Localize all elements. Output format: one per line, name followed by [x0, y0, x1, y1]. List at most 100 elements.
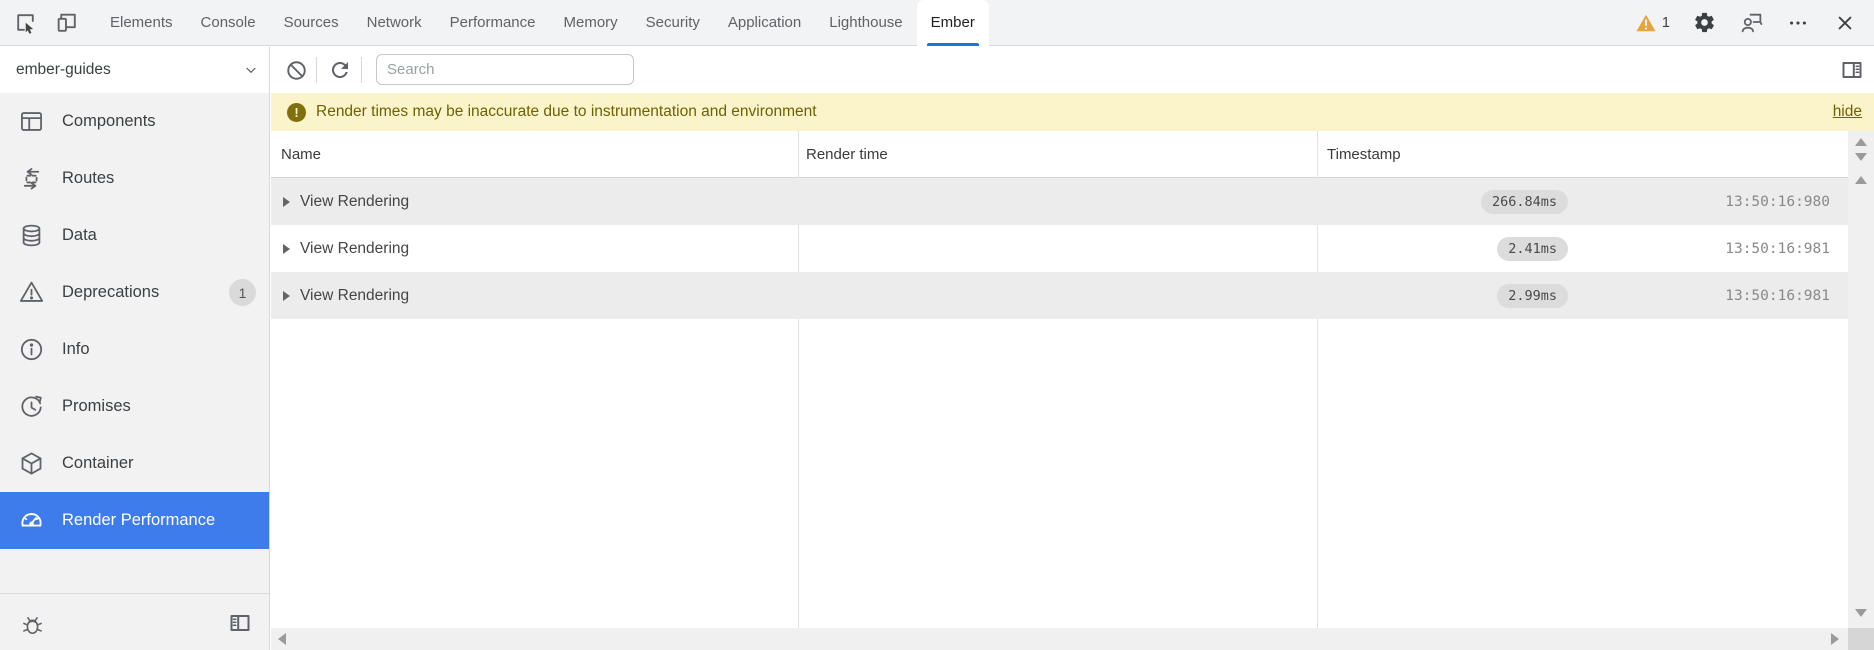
- components-icon: [18, 108, 45, 135]
- warning-count: 1: [1662, 15, 1670, 31]
- scroll-left-icon[interactable]: [278, 633, 286, 645]
- tabbar-right-controls: 1: [1636, 10, 1874, 36]
- sidebar-item-label: Data: [62, 226, 97, 245]
- tab-label: Security: [646, 14, 700, 31]
- toolbar-divider: [316, 57, 317, 83]
- tab-elements[interactable]: Elements: [96, 0, 187, 46]
- scroll-down-icon[interactable]: [1855, 153, 1867, 161]
- alert-circle-icon: !: [287, 103, 306, 122]
- row-name: View Rendering: [300, 240, 409, 258]
- tab-label: Lighthouse: [829, 14, 902, 31]
- tab-application[interactable]: Application: [714, 0, 815, 46]
- device-toolbar-icon[interactable]: [54, 10, 80, 36]
- sidebar-item-label: Routes: [62, 169, 114, 188]
- vertical-scrollbar[interactable]: [1848, 131, 1874, 628]
- info-icon: [18, 336, 45, 363]
- tab-performance[interactable]: Performance: [436, 0, 550, 46]
- banner-message: Render times may be inaccurate due to in…: [316, 103, 817, 121]
- toggle-left-panel-icon[interactable]: [227, 610, 253, 636]
- close-icon[interactable]: [1832, 10, 1858, 36]
- tab-list: Elements Console Sources Network Perform…: [96, 0, 989, 46]
- table-row[interactable]: View Rendering 2.99ms 13:50:16:981: [271, 272, 1848, 319]
- sidebar-item-label: Deprecations: [62, 283, 159, 302]
- expand-caret-icon[interactable]: [283, 197, 290, 207]
- promises-icon: [18, 393, 45, 420]
- ember-sidebar: Components Routes: [0, 93, 270, 650]
- sidebar-item-label: Promises: [62, 397, 131, 416]
- sidebar-item-container[interactable]: Container: [0, 435, 269, 492]
- tab-label: Memory: [564, 14, 618, 31]
- render-performance-icon: [18, 507, 45, 534]
- tab-label: Performance: [450, 14, 536, 31]
- sidebar-item-render-performance[interactable]: Render Performance: [0, 492, 269, 549]
- horizontal-scrollbar[interactable]: [271, 628, 1848, 650]
- tab-label: Sources: [284, 14, 339, 31]
- sidebar-item-deprecations[interactable]: Deprecations 1: [0, 264, 269, 321]
- row-timestamp: 13:50:16:981: [1317, 288, 1848, 304]
- warnings-indicator[interactable]: 1: [1636, 14, 1670, 32]
- chevron-down-icon: [243, 62, 259, 83]
- scroll-down-icon[interactable]: [1855, 609, 1867, 617]
- routes-icon: [18, 165, 45, 192]
- row-name: View Rendering: [300, 287, 409, 305]
- tab-ember[interactable]: Ember: [917, 0, 989, 46]
- sidebar-item-promises[interactable]: Promises: [0, 378, 269, 435]
- toolbar-divider: [361, 57, 362, 83]
- render-warning-banner: ! Render times may be inaccurate due to …: [271, 93, 1874, 131]
- tab-network[interactable]: Network: [353, 0, 436, 46]
- ember-toolbar: ember-guides: [0, 47, 1874, 93]
- app-selector-dropdown[interactable]: ember-guides: [0, 47, 270, 93]
- column-header-render-time[interactable]: Render time: [806, 131, 888, 178]
- clear-icon[interactable]: [284, 58, 308, 82]
- refresh-icon[interactable]: [328, 58, 352, 82]
- column-header-timestamp[interactable]: Timestamp: [1327, 131, 1401, 178]
- sidebar-item-routes[interactable]: Routes: [0, 150, 269, 207]
- scroll-right-icon[interactable]: [1831, 633, 1839, 645]
- tab-lighthouse[interactable]: Lighthouse: [815, 0, 916, 46]
- settings-gear-icon[interactable]: [1691, 10, 1717, 36]
- app-selector-value: ember-guides: [16, 61, 111, 79]
- table-row[interactable]: View Rendering 2.41ms 13:50:16:981: [271, 225, 1848, 272]
- tab-console[interactable]: Console: [187, 0, 270, 46]
- row-timestamp: 13:50:16:981: [1317, 241, 1848, 257]
- feedback-icon[interactable]: [1738, 10, 1764, 36]
- active-tab-underline: [927, 43, 979, 46]
- tab-security[interactable]: Security: [632, 0, 714, 46]
- tab-memory[interactable]: Memory: [550, 0, 632, 46]
- expand-caret-icon[interactable]: [283, 244, 290, 254]
- warning-icon: [1636, 14, 1656, 32]
- scroll-up-icon[interactable]: [1855, 138, 1867, 146]
- expand-caret-icon[interactable]: [283, 291, 290, 301]
- sidebar-footer-divider: [0, 593, 269, 594]
- bug-icon[interactable]: [19, 611, 45, 637]
- banner-hide-link[interactable]: hide: [1833, 103, 1862, 121]
- toggle-right-panel-icon[interactable]: [1840, 58, 1864, 82]
- table-header: Name Render time Timestamp: [271, 131, 1848, 178]
- more-menu-icon[interactable]: [1785, 10, 1811, 36]
- tab-label: Elements: [110, 14, 173, 31]
- table-row[interactable]: View Rendering 266.84ms 13:50:16:980: [271, 178, 1848, 225]
- sidebar-item-label: Info: [62, 340, 90, 359]
- data-icon: [18, 222, 45, 249]
- sidebar-item-data[interactable]: Data: [0, 207, 269, 264]
- sidebar-item-label: Render Performance: [62, 511, 215, 530]
- column-header-name[interactable]: Name: [281, 131, 321, 178]
- inspect-icon[interactable]: [12, 10, 38, 36]
- sidebar-item-label: Components: [62, 112, 156, 131]
- container-icon: [18, 450, 45, 477]
- scroll-up-icon[interactable]: [1855, 176, 1867, 184]
- tab-label: Network: [367, 14, 422, 31]
- scrollbar-corner: [1848, 628, 1874, 650]
- sidebar-item-label: Container: [62, 454, 134, 473]
- row-timestamp: 13:50:16:980: [1317, 194, 1848, 210]
- deprecations-icon: [18, 279, 45, 306]
- row-name: View Rendering: [300, 193, 409, 211]
- sidebar-item-components[interactable]: Components: [0, 93, 269, 150]
- tab-label: Application: [728, 14, 801, 31]
- search-input[interactable]: [376, 54, 634, 85]
- tab-label: Console: [201, 14, 256, 31]
- deprecations-count-badge: 1: [229, 279, 256, 306]
- sidebar-item-info[interactable]: Info: [0, 321, 269, 378]
- devtools-window: Elements Console Sources Network Perform…: [0, 0, 1874, 650]
- tab-sources[interactable]: Sources: [270, 0, 353, 46]
